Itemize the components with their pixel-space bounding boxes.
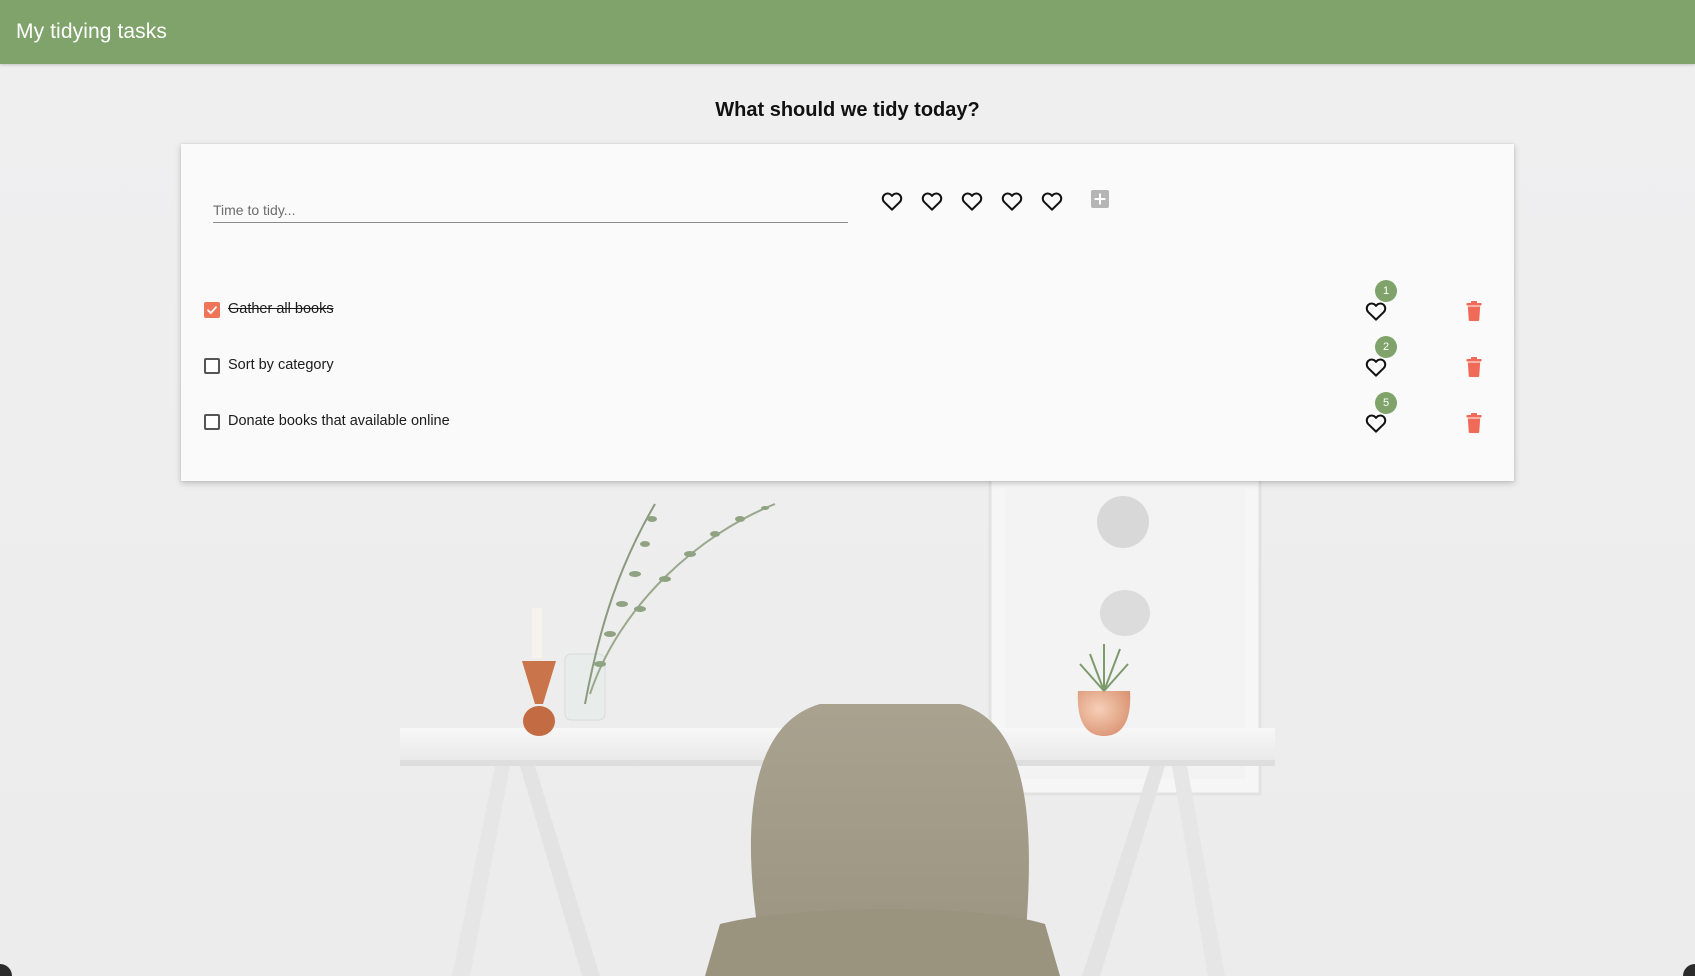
- tasks-card: Gather all books 1 Sort by category 2: [181, 144, 1514, 481]
- delete-task-button[interactable]: [1462, 296, 1486, 326]
- task-label: Sort by category: [228, 357, 334, 373]
- rating-selector: [872, 186, 1072, 216]
- new-task-field: [213, 188, 848, 223]
- check-icon: [207, 306, 217, 314]
- rating-heart-icon[interactable]: [952, 186, 992, 216]
- task-checkbox[interactable]: [204, 302, 220, 318]
- task-row: Gather all books 1: [181, 280, 1514, 350]
- rating-heart-icon[interactable]: [912, 186, 952, 216]
- delete-task-button[interactable]: [1462, 408, 1486, 438]
- rating-badge: 5: [1375, 392, 1397, 414]
- trash-icon: [1466, 301, 1482, 321]
- app-title: My tidying tasks: [16, 20, 167, 43]
- trash-icon: [1466, 357, 1482, 377]
- new-task-input[interactable]: [213, 188, 848, 222]
- page-heading: What should we tidy today?: [715, 99, 980, 121]
- rating-badge: 2: [1375, 336, 1397, 358]
- task-label: Gather all books: [228, 301, 334, 317]
- task-label: Donate books that available online: [228, 413, 450, 429]
- add-task-button[interactable]: [1088, 187, 1112, 211]
- trash-icon: [1466, 413, 1482, 433]
- delete-task-button[interactable]: [1462, 352, 1486, 382]
- rating-heart-icon[interactable]: [872, 186, 912, 216]
- plus-square-icon: [1091, 190, 1109, 208]
- task-checkbox[interactable]: [204, 414, 220, 430]
- task-row: Sort by category 2: [181, 336, 1514, 406]
- task-list: Gather all books 1 Sort by category 2 Do…: [181, 280, 1514, 462]
- rating-heart-icon[interactable]: [992, 186, 1032, 216]
- rating-heart-icon[interactable]: [1032, 186, 1072, 216]
- task-checkbox[interactable]: [204, 358, 220, 374]
- rating-badge: 1: [1375, 280, 1397, 302]
- task-row: Donate books that available online 5: [181, 392, 1514, 462]
- app-bar: My tidying tasks: [0, 0, 1695, 64]
